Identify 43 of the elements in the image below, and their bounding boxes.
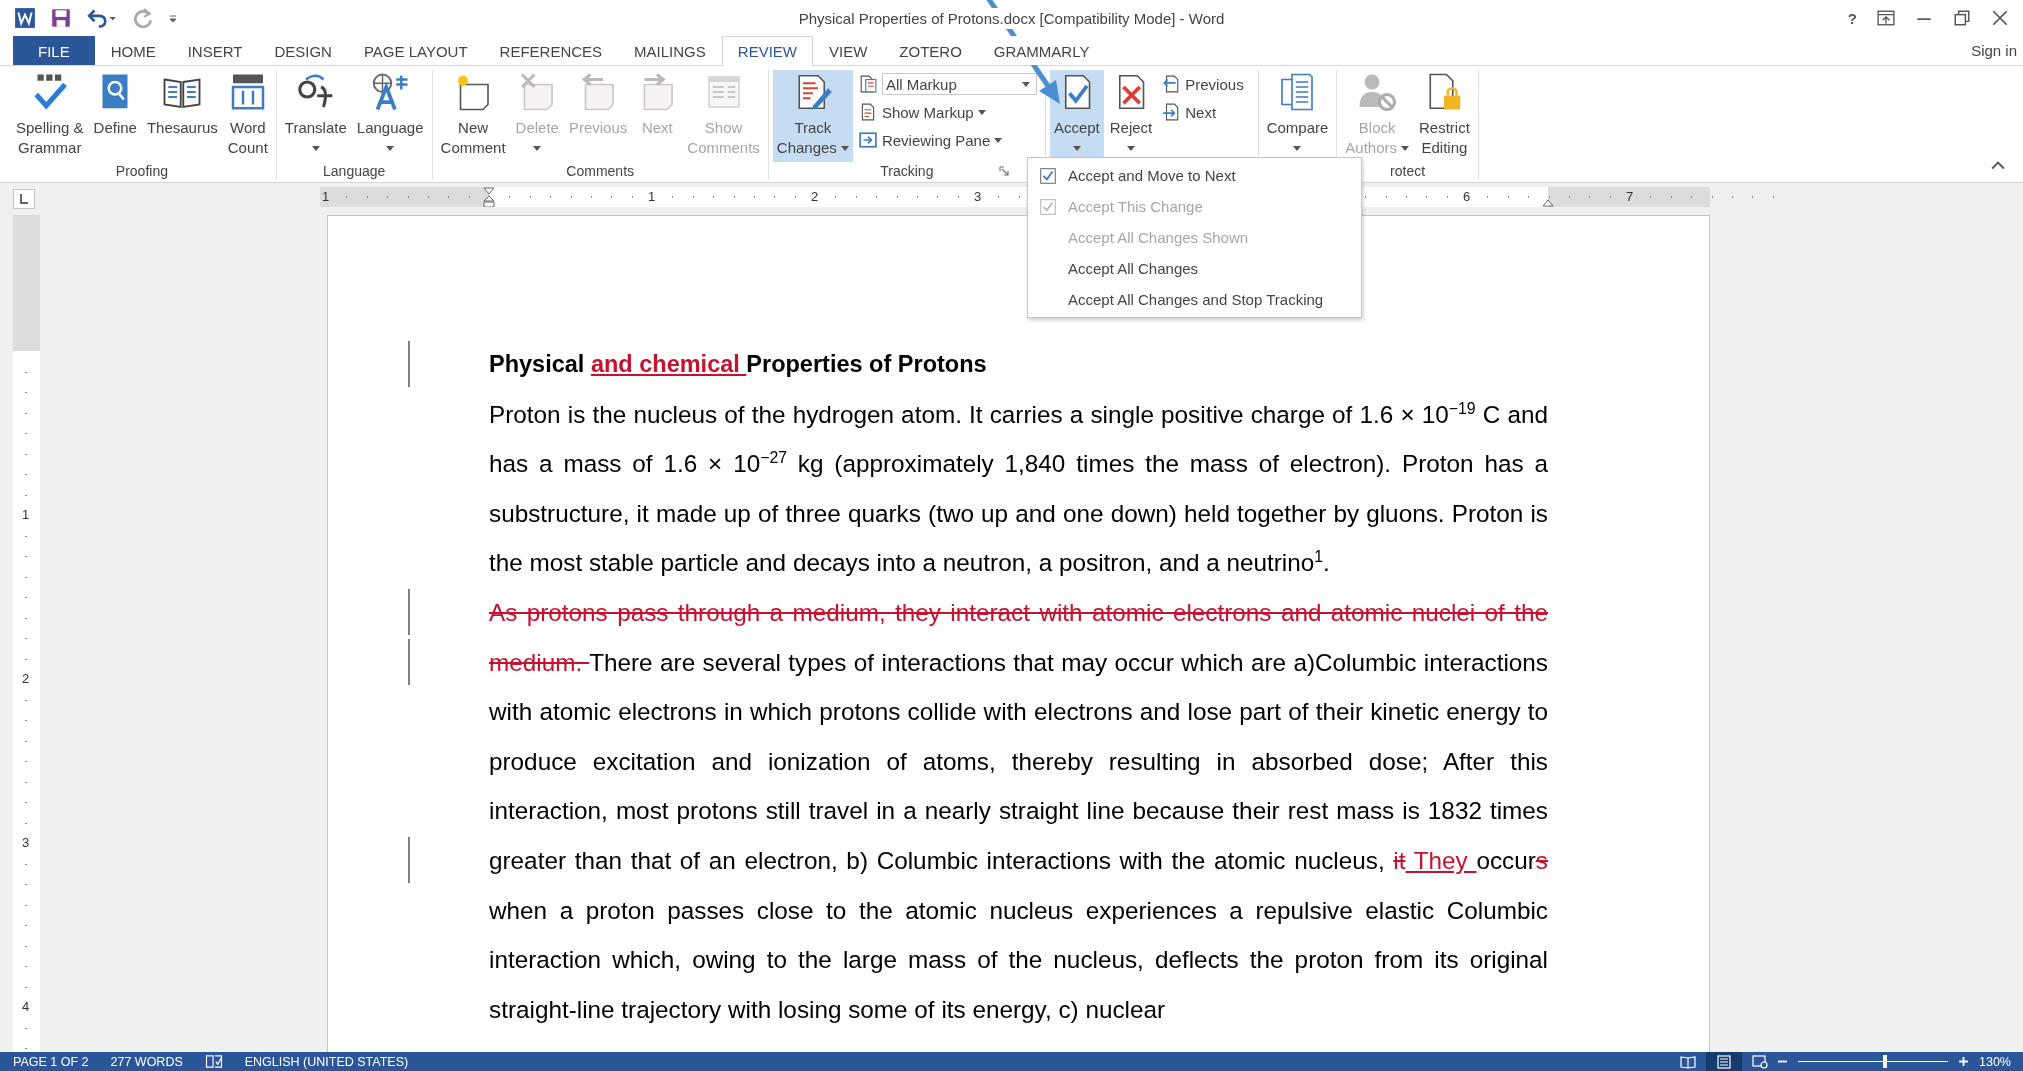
zoom-level[interactable]: 130% [1979, 1054, 2023, 1069]
help-button[interactable]: ? [1847, 9, 1857, 27]
ruler-number: 2 [811, 189, 819, 204]
ruler-number: 3 [974, 189, 982, 204]
ruler-number: 1 [648, 189, 656, 204]
ribbon-button[interactable]: Track Changes [772, 70, 853, 162]
group-label: Language [323, 163, 386, 179]
ruler-number: 6 [1463, 189, 1471, 204]
ruler-number: 2 [22, 671, 30, 686]
page-count[interactable]: PAGE 1 OF 2 [13, 1054, 89, 1069]
document-heading: Physical and chemical Properties of Protons [489, 350, 988, 379]
ribbon-button[interactable]: Word Count [223, 70, 272, 162]
ribbon-button[interactable]: Spelling & Grammar [12, 70, 88, 162]
ruler-number: 4 [22, 999, 30, 1014]
ribbon-button[interactable]: Translate [280, 70, 351, 162]
ruler-number: 3 [22, 835, 30, 850]
ruler-number: 1 [22, 507, 30, 522]
group-label: Comments [566, 163, 635, 179]
language-indicator[interactable]: ENGLISH (UNITED STATES) [244, 1054, 409, 1069]
menu-item[interactable]: Accept All Changes and Stop Tracking [1028, 284, 1361, 315]
group-label: Proofing [115, 163, 168, 179]
ribbon-button[interactable]: New Comment [436, 70, 510, 162]
ribbon-button[interactable]: Reviewing Pane [881, 131, 1009, 149]
ruler-number: 7 [1626, 189, 1634, 204]
group-label: rotect [1390, 163, 1426, 179]
group-label: Tracking [880, 163, 934, 179]
ribbon-button[interactable]: Language [352, 70, 428, 162]
ribbon-button[interactable]: Define [89, 70, 141, 162]
ribbon-tab[interactable]: REVIEW [721, 36, 813, 66]
paragraph: Proton is the nucleus of the hydrogen atom. It carries a single positive charge of 1.6 × 10$^{−19}$ C and has a mass of 1.6 × 10$^{−27}$ kg (approximately 1,840 times the mass of electron). Proton has a substructure, it made up of three quarks (two up and one down) held together by gluons. Proton is the most stable particle and decays into a neutron, a positron, and a neutrino$^{1}$. [489, 398, 1548, 579]
sign-in-link[interactable]: Sign in [1971, 36, 2023, 65]
ribbon-tab[interactable]: FILE [13, 36, 95, 65]
ribbon-button[interactable]: Restrict Editing [1415, 70, 1474, 162]
ribbon-button[interactable]: Thesaurus [142, 70, 222, 162]
menu-item[interactable]: Accept and Move to Next [1028, 160, 1361, 191]
ribbon-button[interactable]: Show Markup [881, 103, 992, 121]
ruler-number: 1 [322, 189, 330, 204]
markup-select[interactable]: All Markup [881, 73, 1037, 95]
word-count[interactable]: 277 WORDS [110, 1054, 183, 1069]
paragraph: As protons pass through a medium, they interact with atomic electrons and atomic nuclei of the medium. There are several types of interactions that may occur which are a)Columbic interactions with atomic electrons in which protons collide with electrons and lose part of their kinetic energy to produce excitation and ionization of atoms, thereby resulting in absorbed dose; After this interaction, most protons still travel in a nearly straight line because their rest mass is 1832 times greater than that of an electron, b) Columbic interactions with the atomic nucleus, it They occurs when a proton passes close to the atomic nucleus experiences a repulsive elastic Columbic interaction which, owing to the large mass of the nucleus, deflects the proton from its original straight-line trajectory with losing some of its energy, c) nuclear [489, 597, 1548, 1025]
menu-item[interactable]: Accept All Changes [1028, 253, 1361, 284]
ribbon-button[interactable]: Previous [1185, 75, 1250, 93]
ribbon-button[interactable]: Next [1185, 103, 1223, 121]
